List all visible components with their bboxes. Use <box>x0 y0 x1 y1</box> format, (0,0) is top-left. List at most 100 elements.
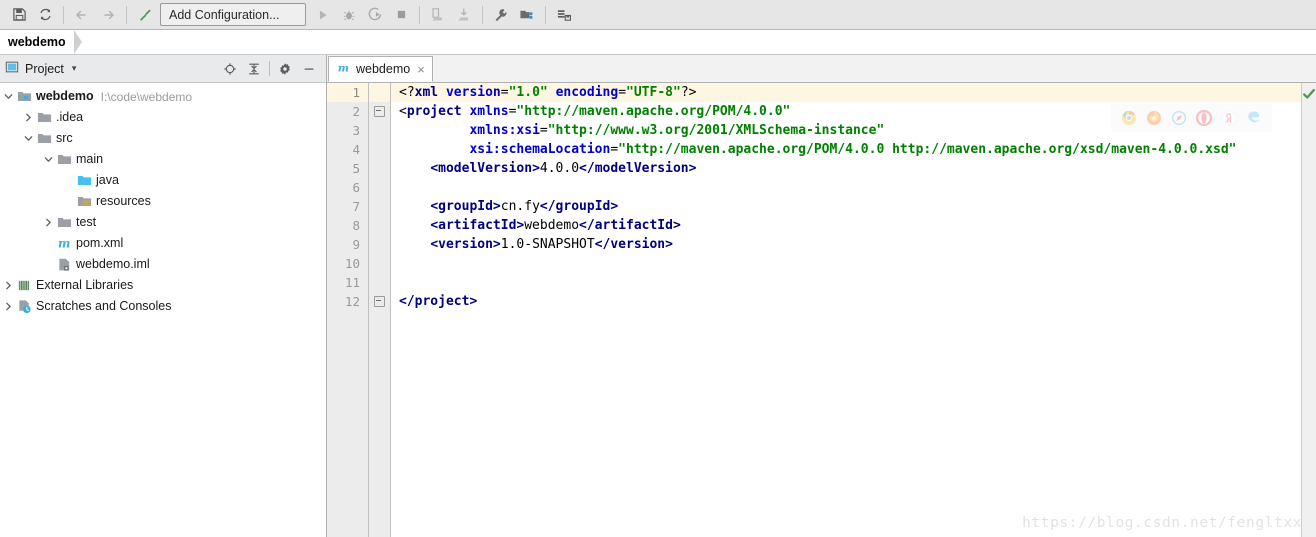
browser-launch-popup[interactable] <box>1111 104 1272 132</box>
run-coverage-icon[interactable] <box>362 3 388 27</box>
line-number[interactable]: 3 <box>327 121 368 140</box>
database-icon[interactable] <box>551 3 577 27</box>
tree-node-label: webdemo.iml <box>76 257 150 271</box>
chevron-right-icon[interactable] <box>20 112 36 123</box>
deploy-icon[interactable] <box>451 3 477 27</box>
line-number[interactable]: 12 <box>327 292 368 311</box>
project-tree: webdemo I:\code\webdemo .idea src main java re… <box>0 83 326 537</box>
code-line[interactable]: </project> <box>391 292 1301 311</box>
code-line[interactable] <box>391 273 1301 292</box>
line-number[interactable]: 11 <box>327 273 368 292</box>
sync-refresh-icon[interactable] <box>32 3 58 27</box>
debug-icon[interactable] <box>336 3 362 27</box>
code-token: 1.0-SNAPSHOT <box>500 237 595 252</box>
collapse-all-icon[interactable] <box>242 58 266 80</box>
project-panel-header: Project ▾ <box>0 55 326 83</box>
breadcrumb-item-project[interactable]: webdemo <box>0 30 82 54</box>
project-panel-title[interactable]: Project ▾ <box>5 60 76 77</box>
chevron-down-icon[interactable]: ▾ <box>72 63 77 74</box>
close-icon[interactable]: × <box>417 63 425 76</box>
tree-node-resources[interactable]: resources <box>0 191 326 212</box>
code-folding-gutter[interactable] <box>369 83 391 537</box>
folder-icon <box>36 110 53 125</box>
code-token: = <box>618 85 627 100</box>
tree-node-webdemo-iml[interactable]: webdemo.iml <box>0 254 326 275</box>
run-configuration-selector[interactable]: Add Configuration... <box>160 3 306 26</box>
tree-node-external-libraries[interactable]: External Libraries <box>0 275 326 296</box>
build-hammer-icon[interactable] <box>132 3 158 27</box>
line-number[interactable]: 10 <box>327 254 368 273</box>
forward-arrow-icon[interactable] <box>95 3 121 27</box>
code-line[interactable]: <artifactId>webdemo</artifactId> <box>391 216 1301 235</box>
stop-icon[interactable] <box>388 3 414 27</box>
source-root-folder-icon <box>76 173 93 188</box>
code-content[interactable]: <?xml version="1.0" encoding="UTF-8"?> <p… <box>391 83 1301 537</box>
hide-panel-icon[interactable] <box>297 58 321 80</box>
inspection-strip[interactable] <box>1301 83 1316 537</box>
editor-tab-webdemo[interactable]: m webdemo × <box>328 56 433 82</box>
code-token: <version> <box>430 237 501 252</box>
project-structure-icon[interactable] <box>514 3 540 27</box>
line-number[interactable]: 5 <box>327 159 368 178</box>
code-line[interactable]: <groupId>cn.fy</groupId> <box>391 197 1301 216</box>
code-editor[interactable]: 1 2 3 4 5 6 7 8 9 10 11 12 <?xml version="1.0" enco… <box>327 83 1316 537</box>
tree-node-main[interactable]: main <box>0 149 326 170</box>
fold-slot[interactable] <box>369 102 390 121</box>
line-number[interactable]: 9 <box>327 235 368 254</box>
tree-node-webdemo[interactable]: webdemo I:\code\webdemo <box>0 86 326 107</box>
code-token: ?> <box>680 85 697 100</box>
chevron-right-icon[interactable] <box>0 301 16 312</box>
save-all-icon[interactable] <box>6 3 32 27</box>
chevron-down-icon[interactable] <box>0 91 16 102</box>
code-line[interactable] <box>391 178 1301 197</box>
line-number[interactable]: 6 <box>327 178 368 197</box>
chevron-right-icon[interactable] <box>40 217 56 228</box>
safari-icon[interactable] <box>1171 110 1187 126</box>
code-line[interactable]: <?xml version="1.0" encoding="UTF-8"?> <box>391 83 1301 102</box>
line-number[interactable]: 7 <box>327 197 368 216</box>
code-line[interactable]: <version>1.0-SNAPSHOT</version> <box>391 235 1301 254</box>
breadcrumb: webdemo <box>0 30 1316 55</box>
fold-collapse-icon[interactable] <box>374 106 385 118</box>
chrome-icon[interactable] <box>1121 110 1137 126</box>
settings-wrench-icon[interactable] <box>488 3 514 27</box>
back-arrow-icon[interactable] <box>69 3 95 27</box>
fold-slot[interactable] <box>369 292 390 311</box>
tree-node-java[interactable]: java <box>0 170 326 191</box>
code-token: encoding <box>555 85 619 100</box>
chevron-down-icon[interactable] <box>40 154 56 165</box>
tree-node-test[interactable]: test <box>0 212 326 233</box>
line-number[interactable]: 4 <box>327 140 368 159</box>
code-line[interactable] <box>391 254 1301 273</box>
opera-icon[interactable] <box>1195 109 1213 127</box>
gear-icon[interactable] <box>273 58 297 80</box>
firefox-icon[interactable] <box>1146 110 1162 126</box>
chevron-right-icon[interactable] <box>0 280 16 291</box>
code-token: modelVersion <box>594 161 689 176</box>
scratches-icon <box>16 299 33 314</box>
chevron-down-icon[interactable] <box>20 133 36 144</box>
locate-target-icon[interactable] <box>218 58 242 80</box>
code-line[interactable]: xsi:schemaLocation="http://maven.apache.… <box>391 140 1301 159</box>
tree-node--idea[interactable]: .idea <box>0 107 326 128</box>
update-app-icon[interactable] <box>425 3 451 27</box>
line-number[interactable]: 1 <box>327 83 368 102</box>
code-token: "http://maven.apache.org/POM/4.0.0 http:… <box>618 142 1237 157</box>
tree-node-pom-xml[interactable]: m pom.xml <box>0 233 326 254</box>
edge-icon[interactable] <box>1246 110 1262 126</box>
tree-node-scratches-and-consoles[interactable]: Scratches and Consoles <box>0 296 326 317</box>
run-icon[interactable] <box>310 3 336 27</box>
code-token: <artifactId> <box>430 218 525 233</box>
line-number[interactable]: 2 <box>327 102 368 121</box>
line-number[interactable]: 8 <box>327 216 368 235</box>
editor-tab-label: webdemo <box>356 62 411 76</box>
code-token: </artifactId> <box>579 218 681 233</box>
fold-collapse-icon[interactable] <box>374 296 385 308</box>
tree-node-label: src <box>56 131 73 145</box>
yandex-icon[interactable] <box>1221 110 1237 126</box>
tree-node-src[interactable]: src <box>0 128 326 149</box>
code-line[interactable]: <modelVersion>4.0.0</modelVersion> <box>391 159 1301 178</box>
